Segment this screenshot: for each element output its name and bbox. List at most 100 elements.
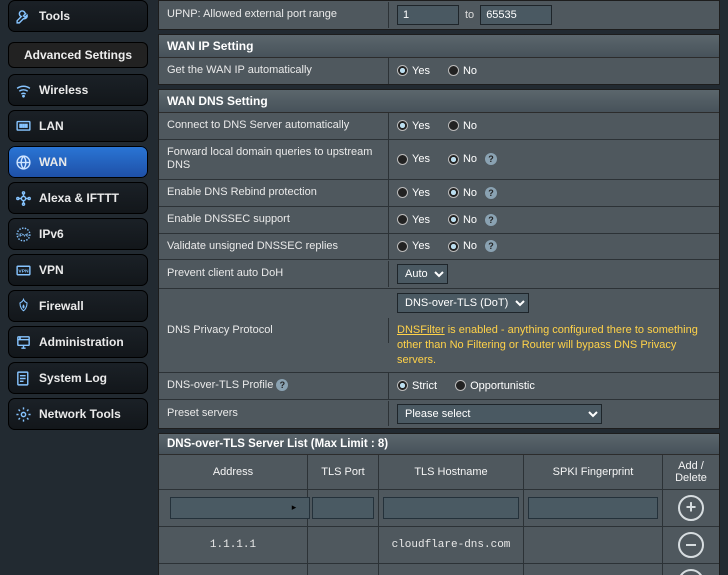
sidebar-item-wireless[interactable]: Wireless <box>8 74 148 106</box>
col-address: Address <box>159 455 308 489</box>
server-port <box>308 564 379 575</box>
dns-dnssec-radio-group: YesNo? <box>397 214 497 226</box>
dns-fwd-no-radio[interactable] <box>448 154 459 165</box>
tools-icon <box>14 7 32 25</box>
dns-privacy-notice: DNSFilter is enabled - anything configur… <box>397 323 711 368</box>
dot-add-port-input[interactable] <box>312 497 374 519</box>
ipv6-icon: IPv6 <box>14 225 32 243</box>
delete-server-button[interactable] <box>678 569 704 575</box>
sidebar-item-vpn[interactable]: VPNVPN <box>8 254 148 286</box>
dot-add-spki-input[interactable] <box>528 497 658 519</box>
wan-ip-auto-radios: YesNo <box>389 61 719 81</box>
server-host: cloudflare-dns.com <box>379 564 524 575</box>
dns-rebind-label: Enable DNS Rebind protection <box>159 180 389 206</box>
dns-dnssec-yes-radio[interactable] <box>397 214 408 225</box>
sidebar-item-label: System Log <box>39 371 107 385</box>
upnp-port-to-input[interactable] <box>480 5 552 25</box>
alexa-icon <box>14 189 32 207</box>
sidebar-item-lan[interactable]: LAN <box>8 110 148 142</box>
dns-rebind-no-radio[interactable] <box>448 187 459 198</box>
vpn-icon: VPN <box>14 261 32 279</box>
sidebar-item-label: Network Tools <box>39 407 121 421</box>
wan-dns-title: WAN DNS Setting <box>159 90 719 113</box>
dns-privacy-label: DNS Privacy Protocol <box>159 318 389 344</box>
help-icon[interactable]: ? <box>485 240 497 252</box>
sidebar-item-admin[interactable]: Administration <box>8 326 148 358</box>
wireless-icon <box>14 81 32 99</box>
sidebar-item-ipv6[interactable]: IPv6 IPv6 <box>8 218 148 250</box>
dns-connect-label: Connect to DNS Server automatically <box>159 113 389 139</box>
sidebar-item-syslog[interactable]: System Log <box>8 362 148 394</box>
sidebar-item-wan[interactable]: WAN <box>8 146 148 178</box>
server-address: 1.1.1.1 <box>159 527 308 563</box>
dns-privacy-select[interactable]: DNS-over-TLS (DoT) <box>397 293 529 313</box>
dot-server-row: 1.1.1.1 cloudflare-dns.com <box>159 527 719 564</box>
dns-rebind-radio-group: YesNo? <box>397 187 497 199</box>
prevent-doh-label: Prevent client auto DoH <box>159 261 389 287</box>
col-host: TLS Hostname <box>379 455 524 489</box>
dot-add-address-input[interactable] <box>170 497 310 519</box>
add-server-button[interactable] <box>678 495 704 521</box>
dot-add-host-input[interactable] <box>383 497 519 519</box>
dns-validate-label: Validate unsigned DNSSEC replies <box>159 234 389 260</box>
col-action: Add / Delete <box>663 455 719 489</box>
preset-servers-select[interactable]: Please select <box>397 404 602 424</box>
wan-ip-auto-yes-radio[interactable] <box>397 65 408 76</box>
sidebar-item-label: Wireless <box>39 83 88 97</box>
delete-server-button[interactable] <box>678 532 704 558</box>
sidebar-item-alexa[interactable]: Alexa & IFTTT <box>8 182 148 214</box>
syslog-icon <box>14 369 32 387</box>
profile-strict-radio[interactable] <box>397 380 408 391</box>
dns-dnssec-label: Enable DNSSEC support <box>159 207 389 233</box>
upnp-panel: UPNP: Allowed external port range to <box>158 0 720 30</box>
dns-fwd-yes-radio[interactable] <box>397 154 408 165</box>
nettools-icon <box>14 405 32 423</box>
wan-ip-auto-no-radio[interactable] <box>448 65 459 76</box>
dot-server-list-title: DNS-over-TLS Server List (Max Limit : 8) <box>159 434 719 455</box>
sidebar-item-label: Tools <box>39 9 70 23</box>
lan-icon <box>14 117 32 135</box>
help-icon[interactable]: ? <box>276 379 288 391</box>
sidebar-item-label: Administration <box>39 335 124 349</box>
wan-dns-panel: WAN DNS Setting Connect to DNS Server au… <box>158 89 720 429</box>
server-host: cloudflare-dns.com <box>379 527 524 563</box>
sidebar-item-nettools[interactable]: Network Tools <box>8 398 148 430</box>
help-icon[interactable]: ? <box>485 214 497 226</box>
dnsfilter-link[interactable]: DNSFilter <box>397 324 445 336</box>
dns-rebind-yes-radio[interactable] <box>397 187 408 198</box>
dns-connect-radio-group: YesNo <box>397 120 477 132</box>
svg-text:VPN: VPN <box>18 268 29 274</box>
dns-connect-yes-radio[interactable] <box>397 120 408 131</box>
sidebar-item-label: WAN <box>39 155 67 169</box>
upnp-port-range-label: UPNP: Allowed external port range <box>159 2 389 28</box>
sidebar-item-firewall[interactable]: Firewall <box>8 290 148 322</box>
dns-dnssec-no-radio[interactable] <box>448 214 459 225</box>
wan-ip-auto-label: Get the WAN IP automatically <box>159 58 389 84</box>
sidebar-item-label: LAN <box>39 119 64 133</box>
upnp-port-from-input[interactable] <box>397 5 459 25</box>
to-label: to <box>465 9 474 21</box>
admin-icon <box>14 333 32 351</box>
dns-fwd-local-label: Forward local domain queries to upstream… <box>159 140 389 180</box>
profile-opportunistic-radio[interactable] <box>455 380 466 391</box>
sidebar-item-label: IPv6 <box>39 227 64 241</box>
wan-ip-panel: WAN IP Setting Get the WAN IP automatica… <box>158 34 720 85</box>
server-spki <box>524 527 663 563</box>
dropdown-icon[interactable]: ▸ <box>292 502 297 513</box>
dns-connect-no-radio[interactable] <box>448 120 459 131</box>
dns-validate-yes-radio[interactable] <box>397 241 408 252</box>
help-icon[interactable]: ? <box>485 153 497 165</box>
sidebar-item-label: Alexa & IFTTT <box>39 191 119 205</box>
help-icon[interactable]: ? <box>485 187 497 199</box>
preset-servers-label: Preset servers <box>159 401 389 427</box>
dot-profile-label: DNS-over-TLS Profile <box>167 379 273 391</box>
wan-icon <box>14 153 32 171</box>
server-port <box>308 527 379 563</box>
dns-fwd-radio-group: YesNo? <box>397 153 497 165</box>
sidebar-item-tools[interactable]: Tools <box>8 0 148 32</box>
dot-server-list: DNS-over-TLS Server List (Max Limit : 8)… <box>158 433 720 575</box>
dns-validate-no-radio[interactable] <box>448 241 459 252</box>
server-address: 1.0.0.1 <box>159 564 308 575</box>
prevent-doh-select[interactable]: Auto <box>397 264 448 284</box>
sidebar-item-label: Firewall <box>39 299 84 313</box>
